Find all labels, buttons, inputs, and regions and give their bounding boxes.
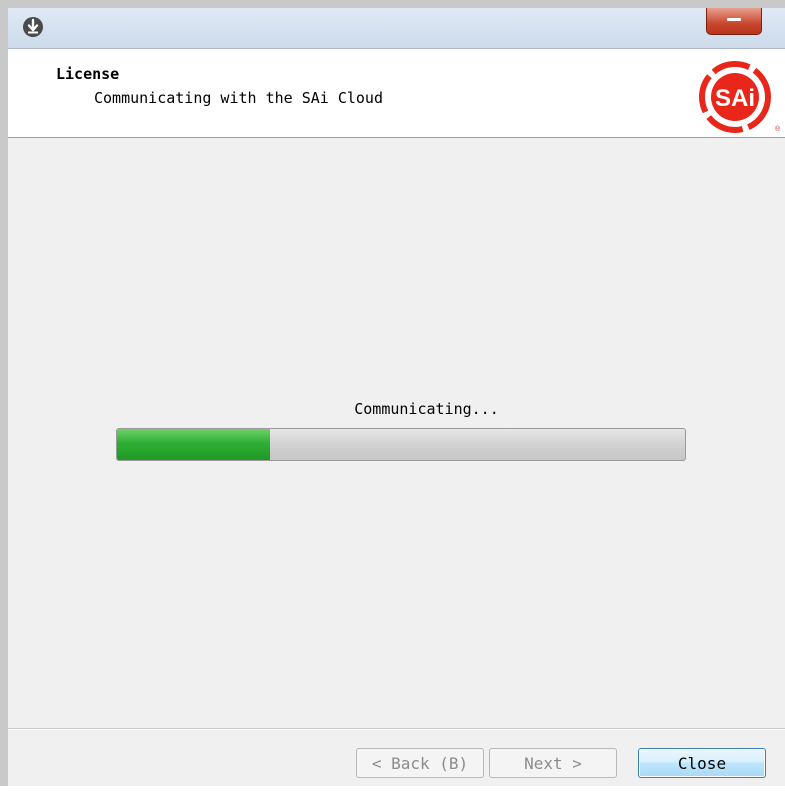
- license-dialog: License Communicating with the SAi Cloud…: [8, 8, 785, 786]
- title-bar[interactable]: [8, 8, 785, 49]
- svg-text:®: ®: [775, 125, 781, 133]
- sai-logo: SAi ®: [699, 61, 781, 133]
- wizard-body: Communicating...: [8, 138, 785, 728]
- status-text: Communicating...: [354, 400, 499, 418]
- progress-fill: [117, 429, 271, 460]
- footer-divider: [8, 728, 785, 729]
- close-button[interactable]: Close: [638, 748, 766, 778]
- back-button[interactable]: < Back (B): [356, 748, 484, 778]
- background-strip-top: [0, 0, 785, 8]
- close-icon[interactable]: [706, 8, 762, 35]
- page-title: License: [56, 65, 120, 83]
- wizard-header: License Communicating with the SAi Cloud…: [8, 49, 785, 138]
- next-button[interactable]: Next >: [489, 748, 617, 778]
- page-subtitle: Communicating with the SAi Cloud: [94, 89, 383, 107]
- background-strip-left: [0, 0, 8, 786]
- download-icon: [23, 17, 43, 37]
- progress-bar: [116, 428, 686, 461]
- logo-text: SAi: [715, 85, 755, 112]
